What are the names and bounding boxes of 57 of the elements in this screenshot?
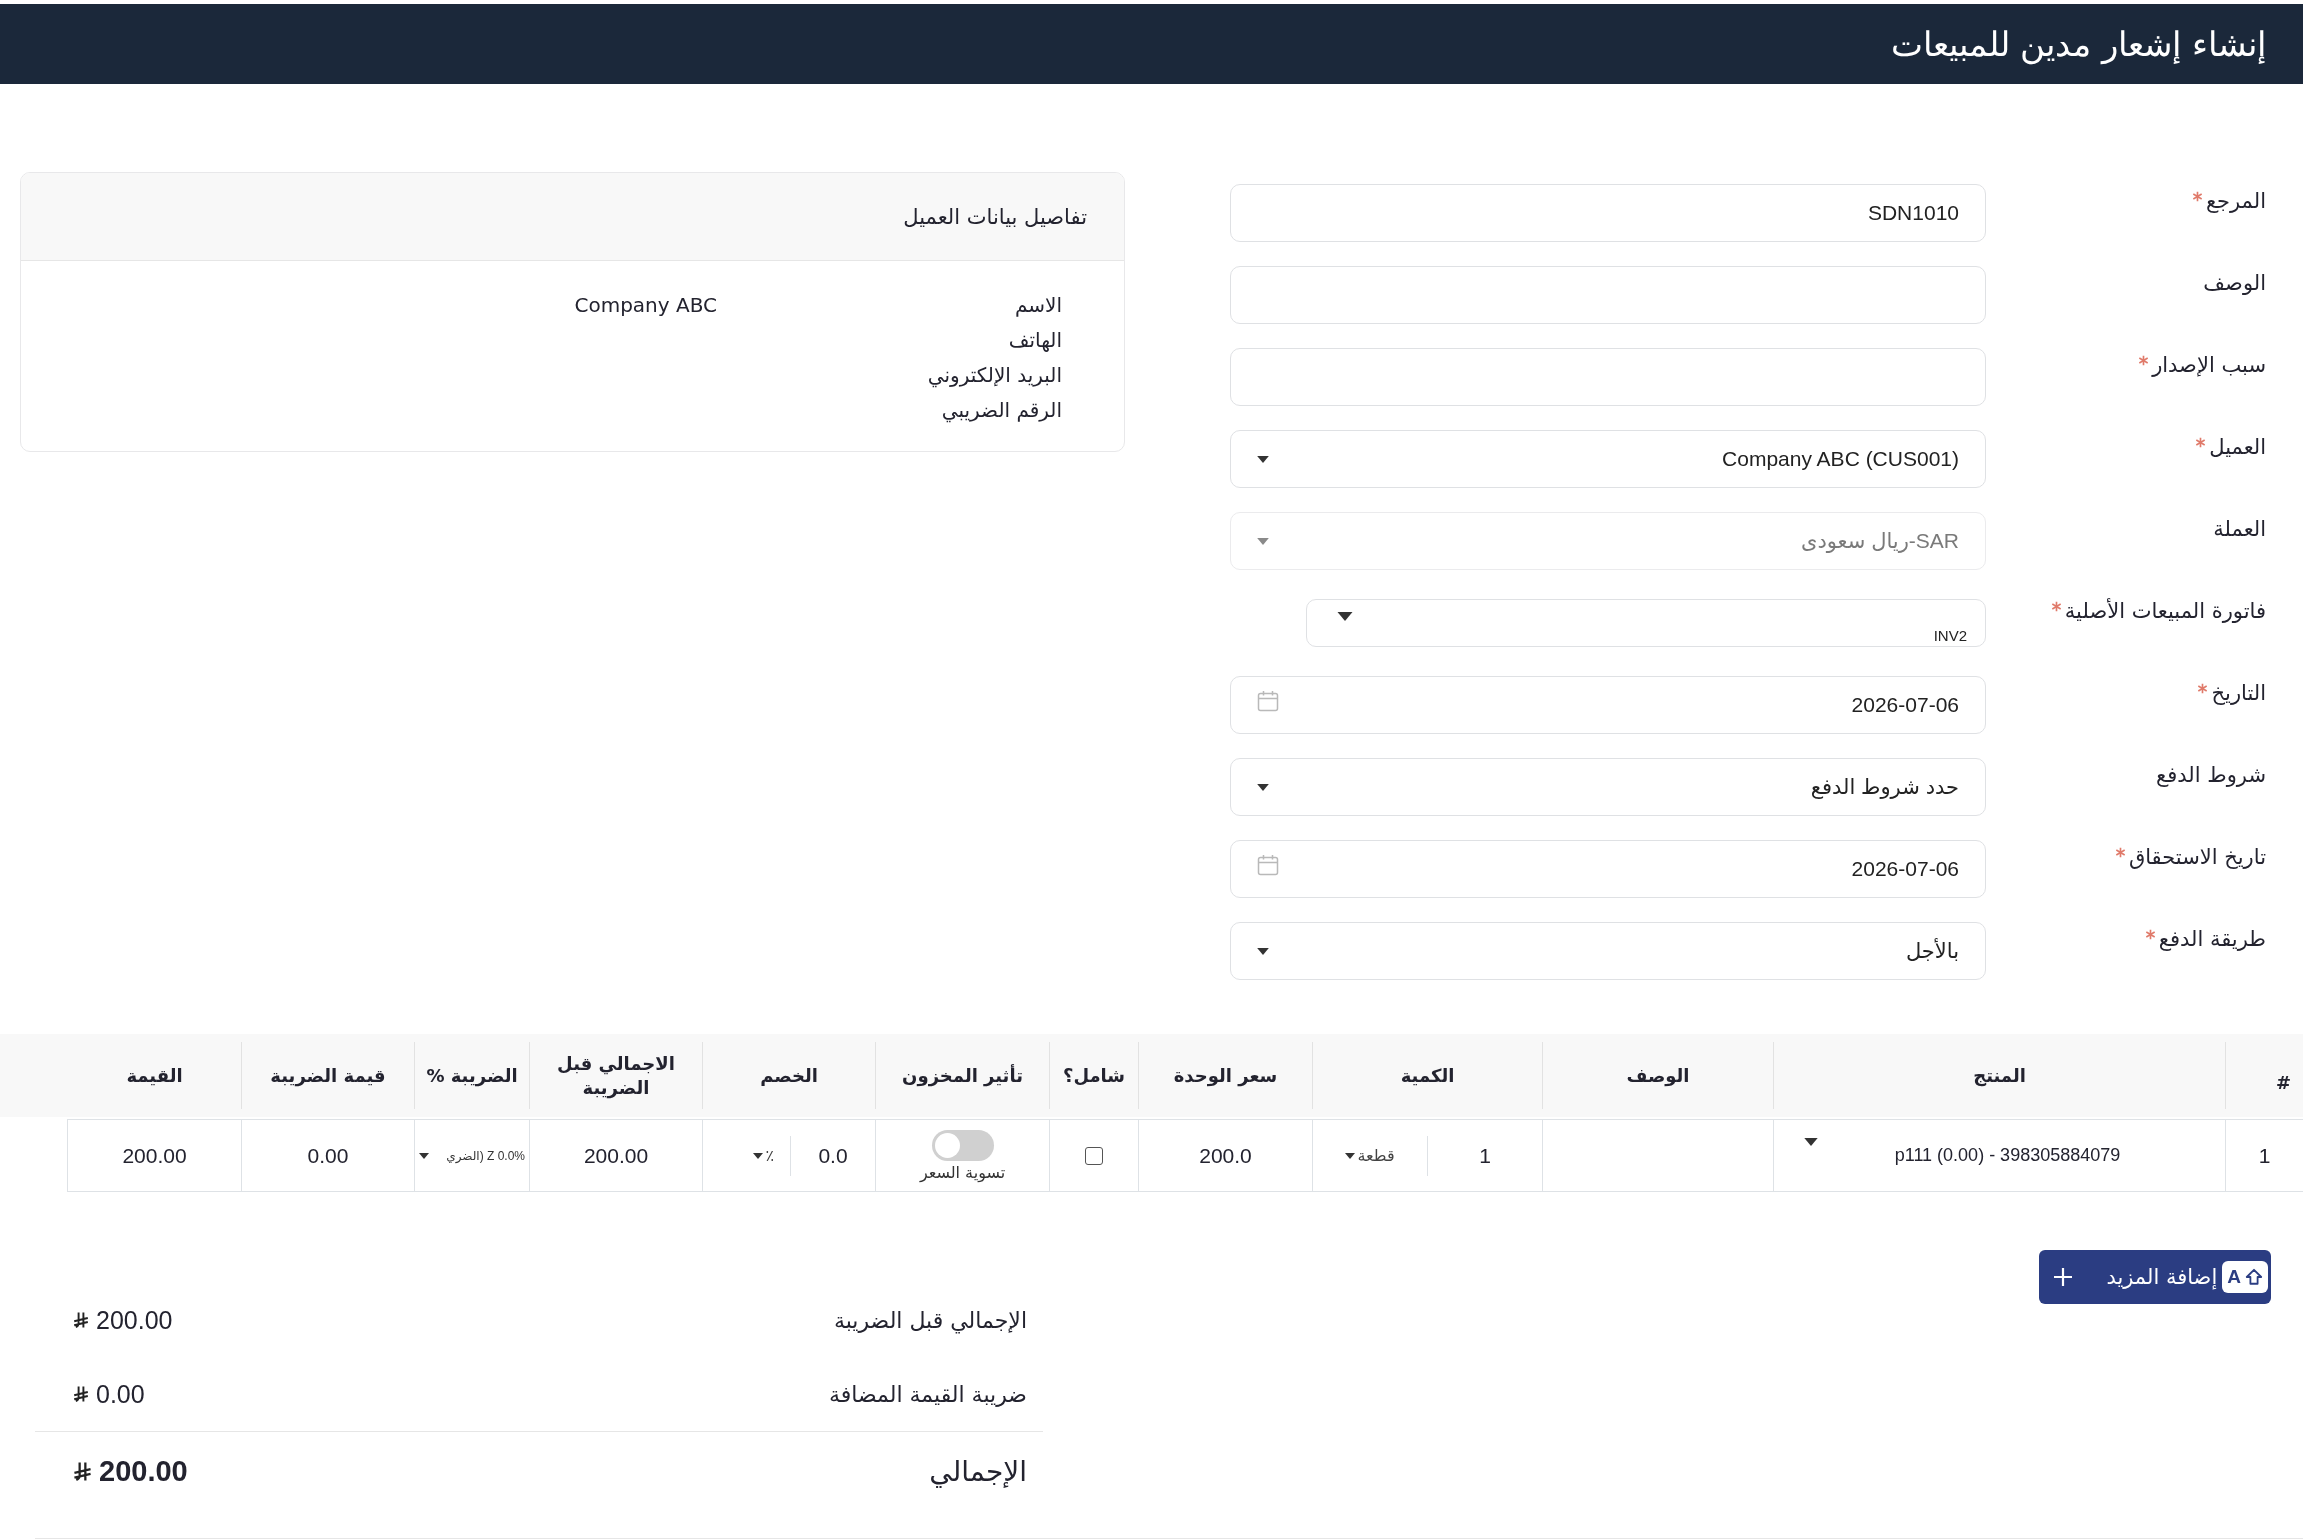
text-field[interactable] xyxy=(1230,266,1986,324)
shortcut-key: A xyxy=(2227,1266,2241,1288)
column-header: تأثير المخزون xyxy=(875,1042,1049,1109)
column-header: سعر الوحدة xyxy=(1138,1042,1312,1109)
total-amount: 200.00 xyxy=(96,1305,173,1335)
column-header: الكمية xyxy=(1312,1042,1542,1109)
total-label: الإجمالي xyxy=(929,1454,1027,1488)
field-label: العملة xyxy=(2213,516,2266,543)
total-label: ضريبة القيمة المضافة xyxy=(828,1381,1027,1407)
column-header: الضريبة % xyxy=(414,1042,529,1109)
select-field[interactable]: حدد شروط الدفع xyxy=(1230,758,1986,816)
column-header: # xyxy=(2225,1042,2303,1109)
column-header: الخصم xyxy=(702,1042,875,1109)
total-amount: 0.00 xyxy=(96,1379,145,1409)
field-label: سبب الإصدار xyxy=(2152,352,2266,379)
field-label: تاريخ الاستحقاق xyxy=(2128,844,2266,871)
date-field[interactable]: 2026-07-06 xyxy=(1230,840,1986,898)
field-label: طريقة الدفع xyxy=(2158,926,2266,953)
detail-label: الرقم الضريبي xyxy=(940,397,1062,422)
currency-icon xyxy=(73,1385,89,1403)
calendar-icon xyxy=(1257,854,1279,876)
shift-arrow-icon xyxy=(2245,1268,2263,1286)
detail-label: الاسم xyxy=(1013,292,1062,317)
field-label: شروط الدفع xyxy=(2156,762,2266,789)
field-label: التاريخ xyxy=(2211,680,2266,707)
card-title: تفاصيل بيانات العميل xyxy=(903,204,1087,229)
column-header: المنتج xyxy=(1773,1042,2225,1109)
select-field[interactable]: Company ABC (CUS001) xyxy=(1230,430,1986,488)
text-field[interactable] xyxy=(1230,348,1986,406)
field-label: العميل xyxy=(2209,434,2266,461)
column-header: شامل؟ xyxy=(1049,1042,1138,1109)
field-label: فاتورة المبيعات الأصلية xyxy=(2064,597,2266,625)
currency-icon xyxy=(73,1460,92,1482)
detail-label: البريد الإلكتروني xyxy=(926,362,1062,387)
field-label: المرجع xyxy=(2205,188,2266,215)
field-label: الوصف xyxy=(2203,270,2266,297)
select-field[interactable]: بالأجل xyxy=(1230,922,1986,980)
caret-down-icon xyxy=(1257,537,1269,545)
page-title: إنشاء إشعار مدين للمبيعات xyxy=(1890,24,2266,64)
caret-down-icon xyxy=(1257,455,1269,463)
text-field[interactable]: SDN1010 xyxy=(1230,184,1986,242)
calendar-icon xyxy=(1257,690,1279,712)
total-label: الإجمالي قبل الضريبة xyxy=(833,1307,1027,1333)
caret-down-icon xyxy=(1257,947,1269,955)
currency-icon xyxy=(73,1311,89,1329)
total-amount: 200.00 xyxy=(99,1454,188,1488)
column-header: القيمة xyxy=(125,1063,184,1088)
caret-down-icon xyxy=(1337,611,1353,621)
column-header: قيمة الضريبة xyxy=(241,1042,414,1109)
detail-value: Company ABC xyxy=(574,292,717,317)
caret-down-icon xyxy=(1257,783,1269,791)
date-field[interactable]: 2026-07-06 xyxy=(1230,676,1986,734)
column-header: الوصف xyxy=(1542,1042,1773,1109)
detail-label: الهاتف xyxy=(1007,327,1062,352)
plus-icon xyxy=(2053,1267,2073,1287)
column-header: الاجمالي قبل الضريبة xyxy=(529,1042,702,1109)
select-field[interactable]: INV2 xyxy=(1306,599,1986,647)
